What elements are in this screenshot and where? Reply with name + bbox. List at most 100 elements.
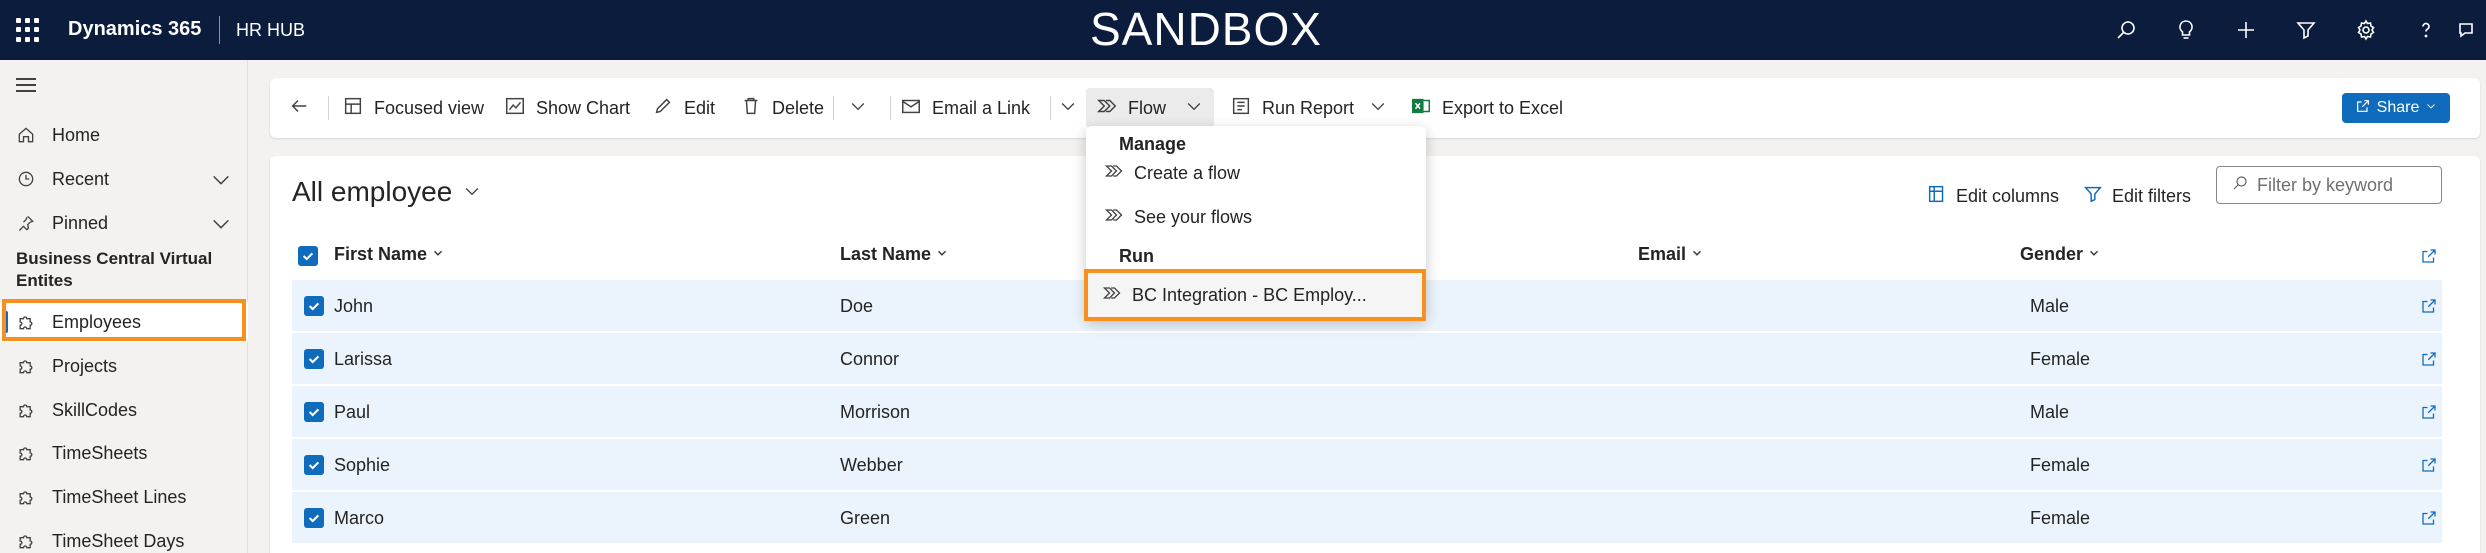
email-link-button[interactable]: Email a Link [900, 78, 1030, 138]
edit-button[interactable]: Edit [652, 78, 715, 138]
email-link-label: Email a Link [932, 97, 1031, 118]
email-options-button[interactable] [1058, 78, 1078, 138]
table-row[interactable]: Sophie Webber Female [292, 439, 2442, 491]
edit-columns-label: Edit columns [1956, 185, 2060, 206]
cell-gender[interactable]: Male [2030, 402, 2069, 423]
clock-icon [14, 167, 38, 191]
row-checkbox[interactable] [304, 402, 324, 422]
sidebar-item-recent[interactable]: Recent [0, 159, 248, 199]
sidebar-item-label: TimeSheets [52, 442, 148, 463]
select-all-checkbox[interactable] [298, 246, 318, 266]
highlight-box [2, 299, 246, 341]
back-button[interactable] [288, 78, 320, 138]
sidebar-item-timesheets[interactable]: TimeSheets [0, 433, 248, 473]
chevron-down-icon [427, 244, 445, 265]
hub-name[interactable]: HR HUB [236, 20, 305, 41]
hamburger-menu-icon[interactable] [16, 78, 36, 92]
delete-button[interactable]: Delete [740, 78, 824, 138]
create-flow-menu-item[interactable]: Create a flow [1104, 158, 1404, 188]
cell-first-name[interactable]: Larissa [334, 349, 392, 370]
column-header-email[interactable]: Email [1638, 244, 1704, 265]
flow-button[interactable]: Flow [1086, 88, 1215, 128]
sidebar-item-label: Pinned [52, 212, 109, 233]
help-icon[interactable] [2396, 0, 2456, 60]
cell-last-name[interactable]: Doe [840, 296, 873, 317]
cell-gender[interactable]: Female [2030, 508, 2090, 529]
app-name[interactable]: Dynamics 365 [68, 18, 201, 41]
sidebar-item-label: Recent [52, 168, 110, 189]
cell-gender[interactable]: Female [2030, 349, 2090, 370]
chevron-down-icon[interactable] [210, 169, 232, 196]
cell-last-name[interactable]: Morrison [840, 402, 910, 423]
cell-last-name[interactable]: Green [840, 508, 890, 529]
open-record-icon[interactable] [2420, 509, 2438, 527]
row-checkbox[interactable] [304, 349, 324, 369]
chat-icon[interactable] [2456, 0, 2486, 60]
sidebar-item-skillcodes[interactable]: SkillCodes [0, 390, 248, 430]
sidebar-item-label: TimeSheet Lines [52, 486, 187, 507]
cell-first-name[interactable]: John [334, 296, 373, 317]
table-row[interactable]: Marco Green Female [292, 492, 2442, 544]
column-header-gender[interactable]: Gender [2020, 244, 2101, 265]
row-checkbox[interactable] [304, 508, 324, 528]
sidebar-item-projects[interactable]: Projects [0, 346, 248, 386]
plus-icon[interactable] [2216, 0, 2276, 60]
view-selector[interactable]: All employee [292, 176, 482, 208]
export-excel-button[interactable]: Export to Excel [1410, 78, 1563, 138]
table-row[interactable]: Larissa Connor Female [292, 333, 2442, 385]
share-button[interactable]: Share [2342, 93, 2450, 123]
cell-gender[interactable]: Male [2030, 296, 2069, 317]
open-record-icon[interactable] [2420, 456, 2438, 474]
settings-icon[interactable] [2336, 0, 2396, 60]
sidebar-item-pinned[interactable]: Pinned [0, 203, 248, 243]
sidebar-item-home[interactable]: Home [0, 115, 248, 155]
trash-icon [740, 95, 772, 122]
open-record-icon[interactable] [2420, 403, 2438, 421]
search-icon[interactable] [2096, 0, 2156, 60]
cell-last-name[interactable]: Webber [840, 455, 903, 476]
chevron-down-icon [452, 176, 482, 208]
edit-filters-button[interactable]: Edit filters [2082, 178, 2191, 214]
sidebar-item-timesheet-days[interactable]: TimeSheet Days [0, 521, 248, 553]
lightbulb-icon[interactable] [2156, 0, 2216, 60]
column-label: Last Name [840, 244, 932, 264]
cell-last-name[interactable]: Connor [840, 349, 899, 370]
column-header-last-name[interactable]: Last Name [840, 244, 949, 265]
open-record-icon[interactable] [2420, 297, 2438, 315]
open-external-icon[interactable] [2420, 247, 2438, 265]
edit-columns-button[interactable]: Edit columns [1926, 178, 2059, 214]
top-nav-bar: Dynamics 365 HR HUB SANDBOX [0, 0, 2486, 60]
chevron-down-icon[interactable] [210, 213, 232, 240]
puzzle-icon [14, 485, 38, 509]
pencil-icon [652, 95, 684, 122]
chart-icon [504, 95, 536, 122]
column-header-first-name[interactable]: First Name [334, 244, 445, 265]
row-checkbox[interactable] [304, 455, 324, 475]
keyword-filter-input[interactable]: Filter by keyword [2216, 166, 2442, 204]
chevron-down-icon [2419, 99, 2443, 117]
cell-first-name[interactable]: Marco [334, 508, 384, 529]
cell-first-name[interactable]: Paul [334, 402, 370, 423]
environment-banner: SANDBOX [1090, 3, 1322, 55]
bc-integration-flow-menu-item[interactable]: BC Integration - BC Employ... [1102, 280, 1402, 310]
columns-icon [1926, 183, 1956, 210]
table-row[interactable]: Paul Morrison Male [292, 386, 2442, 438]
delete-label: Delete [772, 97, 825, 118]
share-icon [2349, 98, 2377, 119]
open-record-icon[interactable] [2420, 350, 2438, 368]
sidebar-item-timesheet-lines[interactable]: TimeSheet Lines [0, 477, 248, 517]
menu-item-label: See your flows [1134, 206, 1253, 227]
focused-view-icon [342, 95, 374, 122]
more-commands-button[interactable] [848, 78, 868, 138]
filter-icon[interactable] [2276, 0, 2336, 60]
row-checkbox[interactable] [304, 296, 324, 316]
app-launcher-icon[interactable] [16, 18, 40, 42]
focused-view-button[interactable]: Focused view [342, 78, 484, 138]
chevron-down-icon [2083, 244, 2101, 265]
cell-gender[interactable]: Female [2030, 455, 2090, 476]
share-label: Share [2376, 99, 2420, 116]
report-icon [1230, 95, 1262, 122]
cell-first-name[interactable]: Sophie [334, 455, 390, 476]
show-chart-button[interactable]: Show Chart [504, 78, 630, 138]
see-flows-menu-item[interactable]: See your flows [1104, 202, 1404, 232]
